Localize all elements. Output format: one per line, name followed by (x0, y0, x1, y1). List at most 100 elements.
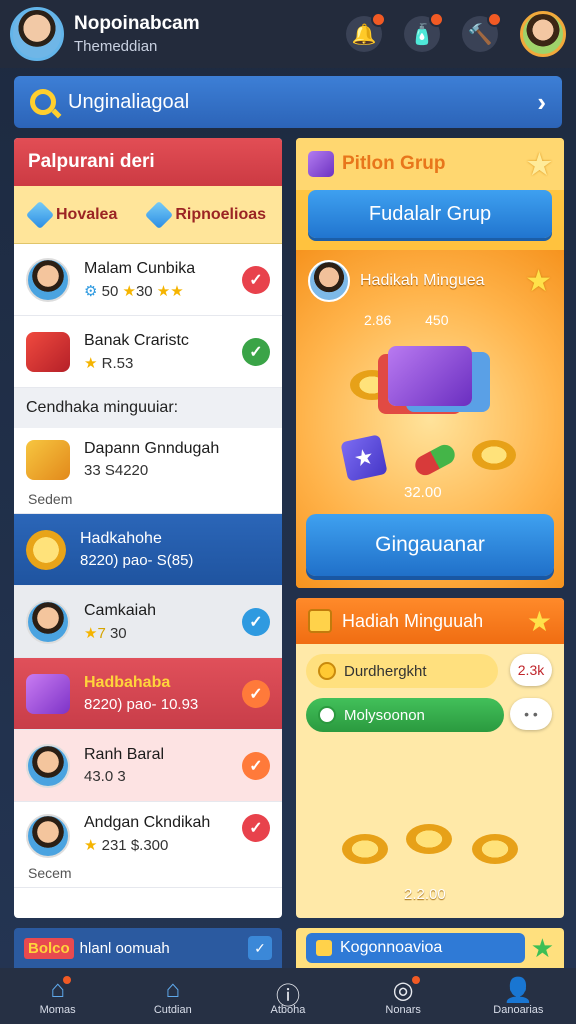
check-icon[interactable]: ✓ (242, 751, 270, 780)
list-item[interactable]: Camkaiah ★7 30 ✓ (14, 586, 282, 658)
item-value: ★7 30 (84, 624, 127, 642)
item-value: ⚙ 50 ★30 ★★ (84, 282, 184, 300)
list-item[interactable]: Malam Cunbika ⚙ 50 ★30 ★★ ✓ (14, 244, 282, 316)
list-item[interactable]: Andgan Ckndikah ★ 231 $.300 ✓ Secem (14, 802, 282, 888)
chat-icon: ◎ (393, 976, 420, 1004)
check-icon[interactable]: ✓ (242, 265, 270, 294)
home-icon: ⌂ (50, 976, 71, 1004)
nav-item-chat[interactable]: ◎ Nonars (353, 976, 453, 1016)
value-a: 50 (101, 282, 119, 300)
box-icon (316, 940, 332, 956)
list-item[interactable]: Ranh Baral 43.0 3 ✓ (14, 730, 282, 802)
avatar (26, 599, 70, 644)
item-name: Dapann Gnndugah (84, 440, 220, 457)
nav-item-home[interactable]: ⌂ Momas (8, 976, 108, 1016)
tab-hovalea[interactable]: Hovalea (25, 200, 118, 229)
group-reward-card: Pitlon Grup ★ Fudalalr Grup Hadikah Ming… (296, 138, 564, 588)
user-avatar[interactable] (10, 7, 64, 61)
tab-label: Hovalea (55, 205, 118, 223)
tab-label: Ripnoelioas (175, 205, 267, 223)
quest-text: hlanl oomuah (79, 939, 170, 957)
value-a: 231 $.300 (101, 837, 169, 854)
box-icon (308, 609, 332, 633)
check-icon[interactable]: ✓ (242, 679, 270, 708)
item-text: Andgan Ckndikah ★ 231 $.300 (84, 814, 242, 854)
check-icon[interactable]: ✓ (242, 814, 270, 842)
list-item[interactable]: Hadbahaba 8220) pao- 10.93 ✓ (14, 658, 282, 730)
item-text: Ranh Baral 43.0 3 (84, 746, 242, 785)
star-icon: ★ (525, 264, 552, 298)
reward-numbers: 2.86 450 (364, 312, 449, 328)
check-icon[interactable]: ✓ (248, 936, 272, 960)
next-reward-card[interactable]: Kogonnoavioa ★ (296, 928, 564, 968)
cube-icon (25, 200, 55, 229)
nav-item-profile[interactable]: 👤 Danoarias (468, 976, 568, 1016)
gift-icon (308, 151, 334, 177)
pill-label: Kogonnoavioa (340, 939, 443, 956)
item-value: 43.0 3 (84, 768, 126, 785)
notification-dot (411, 976, 420, 984)
coin-pile-icon (472, 834, 518, 864)
item-text: Hadkahohe 8220) pao- S(85) (80, 530, 270, 569)
list-item[interactable]: Banak Craristc ★ R.53 ✓ (14, 316, 282, 388)
card-header: Hadiah Minguuah ★ (296, 598, 564, 644)
weekly-reward-card: Hadiah Minguuah ★ Durdhergkht 2.3k Molys… (296, 598, 564, 918)
item-value: ★ R.53 (84, 354, 134, 372)
top-header: Nopoinabcam Themeddian 🔔 🧴 🔨 (0, 0, 576, 68)
reward-pill[interactable]: Kogonnoavioa (306, 933, 525, 963)
nav-label: Momas (39, 1004, 76, 1016)
potion-icon (411, 441, 459, 479)
item-subtext: Secem (28, 865, 72, 881)
leaf-icon (318, 706, 336, 724)
avatar (26, 257, 70, 302)
more-badge[interactable]: • • (510, 698, 552, 730)
notification-dot (487, 12, 502, 27)
chevron-right-icon: › (537, 86, 546, 117)
item-text: Malam Cunbika ⚙ 50 ★30 ★★ (84, 260, 242, 300)
reward-body: Hadikah Minguea ★ 2.86 450 ★ 32.00 Ginga… (296, 250, 564, 588)
item-text: Hadbahaba 8220) pao- 10.93 (84, 674, 242, 713)
item-text: Banak Craristc ★ R.53 (84, 332, 242, 372)
coin-stack-icon (472, 440, 516, 470)
bottle-icon[interactable]: 🧴 (404, 12, 444, 52)
card-title: Hadiah Minguuah (342, 610, 484, 631)
reward-pill[interactable]: Durdhergkht (306, 654, 498, 688)
avatar (308, 260, 350, 302)
app-title: Nopoinabcam (74, 13, 200, 34)
search-bar[interactable]: Unginaliagoal › (14, 76, 562, 128)
next-quest-card[interactable]: Bolco hlanl oomuah ✓ (14, 928, 282, 968)
nav-item-guild[interactable]: ⌂ Cutdian (123, 976, 223, 1016)
hammer-icon[interactable]: 🔨 (462, 12, 502, 52)
notification-dot (62, 976, 71, 984)
header-icons: 🔔 🧴 🔨 (346, 11, 566, 57)
check-icon[interactable]: ✓ (242, 607, 270, 636)
item-subtext: Sedem (28, 491, 73, 507)
list-item[interactable]: Hadkahohe 8220) pao- S(85) (14, 514, 282, 586)
item-value: 8220) pao- 10.93 (84, 696, 199, 713)
item-value: 8220) pao- S(85) (80, 552, 194, 569)
coin-icon (26, 529, 66, 570)
claim-button[interactable]: Gingauanar (306, 514, 554, 576)
app-subtitle: Themeddian (74, 38, 158, 55)
item-value: 33 S4220 (84, 462, 149, 479)
item-name: Hadkahohe (80, 530, 162, 547)
list-item[interactable]: Dapann Gnndugah 33 S4220 Sedem (14, 428, 282, 514)
friend-avatar[interactable] (520, 11, 566, 57)
reward-title: Hadikah Minguea (360, 272, 485, 289)
quest-tag: Bolco (24, 937, 74, 959)
panel-tabs: Hovalea Ripnoelioas (14, 186, 282, 244)
search-icon (30, 89, 56, 115)
reward-pill[interactable]: Molysoonon (306, 698, 504, 732)
nav-item-info[interactable]: ⓘ Atboha (238, 976, 338, 1016)
group-button[interactable]: Fudalalr Grup (308, 190, 552, 238)
value-b: 30 (135, 282, 153, 300)
item-name: Andgan Ckndikah (84, 814, 211, 831)
check-icon[interactable]: ✓ (242, 337, 270, 366)
gem-icon: ★ (340, 434, 388, 482)
bottom-nav: ⌂ Momas ⌂ Cutdian ⓘ Atboha ◎ Nonars 👤 Da… (0, 968, 576, 1024)
tab-ripnoelioas[interactable]: Ripnoelioas (145, 200, 267, 229)
item-name: Malam Cunbika (84, 259, 196, 277)
bell-icon[interactable]: 🔔 (346, 12, 386, 52)
card-title: Pitlon Grup (342, 153, 446, 174)
notification-dot (371, 12, 386, 27)
